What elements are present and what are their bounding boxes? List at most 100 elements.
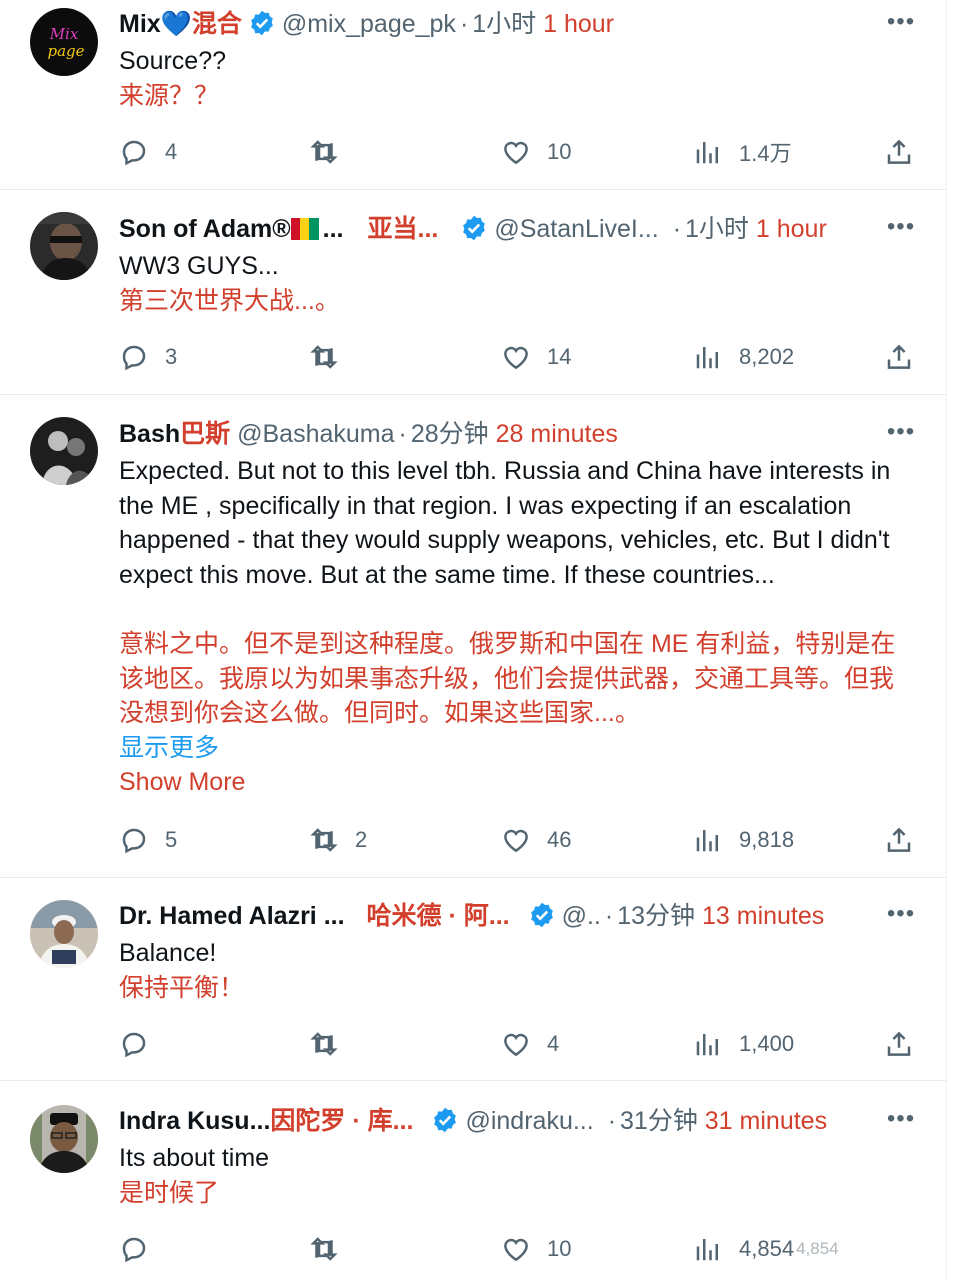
- retweet-button[interactable]: [309, 337, 355, 377]
- timestamp[interactable]: 13分钟: [617, 902, 695, 930]
- views-button[interactable]: 8,202: [693, 337, 794, 377]
- action-bar: 3 14 8,202: [119, 337, 919, 377]
- tweet-text-translation: 意料之中。但不是到这种程度。俄罗斯和中国在 ME 有利益，特别是在该地区。我原以…: [119, 630, 896, 727]
- like-button[interactable]: 10: [501, 132, 571, 172]
- avatar[interactable]: Mix page: [30, 8, 98, 76]
- display-name-translation: 因陀罗 · 库...: [270, 1107, 414, 1135]
- timestamp[interactable]: 1小时: [685, 215, 749, 243]
- svg-text:page: page: [47, 42, 84, 60]
- display-name-translation: 亚当...: [367, 215, 439, 243]
- views-icon: [696, 830, 718, 852]
- reply-count: 4: [165, 139, 178, 164]
- heart-icon: [504, 829, 528, 853]
- display-name[interactable]: Mix: [119, 10, 161, 38]
- tweet-card[interactable]: Bash巴斯 @Bashakuma · 28分钟 28 minutes ••• Ex…: [0, 395, 946, 878]
- name-ellipsis: ...: [322, 215, 344, 243]
- avatar[interactable]: [30, 1105, 98, 1173]
- share-button[interactable]: [884, 337, 914, 377]
- views-button[interactable]: 1,400: [693, 1024, 794, 1064]
- tweet-card[interactable]: Son of Adam®... 亚当... @SatanLiveI... · 1小时 1…: [0, 190, 946, 395]
- avatar[interactable]: [30, 417, 98, 485]
- more-icon[interactable]: •••: [886, 1107, 916, 1137]
- share-button[interactable]: [884, 132, 914, 172]
- reply-button[interactable]: 3: [119, 337, 177, 377]
- reply-icon: [122, 1237, 146, 1263]
- handle[interactable]: @indraku...: [465, 1107, 593, 1135]
- verified-badge-icon: [434, 1107, 457, 1133]
- handle[interactable]: @mix_page_pk: [282, 10, 456, 38]
- verified-badge-icon: [463, 215, 486, 241]
- reply-count: 5: [165, 827, 178, 852]
- reply-button[interactable]: [119, 1229, 165, 1269]
- tweet-header: Son of Adam®... 亚当... @SatanLiveI... · 1小时 1…: [119, 211, 926, 247]
- timestamp[interactable]: 1小时: [472, 10, 536, 38]
- timestamp[interactable]: 28分钟: [411, 420, 489, 448]
- heart-icon: [504, 1238, 528, 1262]
- more-icon[interactable]: •••: [886, 902, 916, 932]
- like-button[interactable]: 10: [501, 1229, 571, 1269]
- share-button[interactable]: [884, 1024, 914, 1064]
- more-icon[interactable]: •••: [886, 420, 916, 450]
- like-count: 10: [547, 1236, 572, 1261]
- view-count: 9,818: [739, 827, 795, 852]
- timestamp-translation: 1 hour: [755, 215, 827, 243]
- tweet-text-translation: 保持平衡！: [119, 974, 245, 1002]
- tweet-card[interactable]: Dr. Hamed Alazri ... 哈米德 · 阿... @.. · 13分钟 1…: [0, 878, 946, 1081]
- more-icon[interactable]: •••: [886, 215, 916, 245]
- retweet-count: 2: [355, 827, 368, 852]
- handle[interactable]: @SatanLiveI...: [494, 215, 658, 243]
- like-button[interactable]: 4: [501, 1024, 559, 1064]
- retweet-button[interactable]: [309, 132, 355, 172]
- separator-dot: ·: [607, 1107, 617, 1135]
- views-button[interactable]: 4,854 4,854: [693, 1229, 839, 1269]
- reply-button[interactable]: 5: [119, 820, 177, 860]
- reply-button[interactable]: 4: [119, 132, 177, 172]
- action-bar: 4 10 1.4万: [119, 132, 919, 172]
- tweet-header: Dr. Hamed Alazri ... 哈米德 · 阿... @.. · 13分钟 1…: [119, 898, 926, 934]
- display-name[interactable]: Indra Kusu...: [119, 1107, 270, 1135]
- like-button[interactable]: 46: [501, 820, 571, 860]
- display-name-translation: 混合: [191, 10, 242, 38]
- reply-icon: [122, 828, 146, 854]
- handle[interactable]: @Bashakuma: [237, 420, 394, 448]
- display-name[interactable]: Son of Adam®: [119, 215, 291, 243]
- like-button[interactable]: 14: [501, 337, 571, 377]
- more-icon[interactable]: •••: [886, 10, 916, 40]
- display-name-translation: 哈米德 · 阿...: [366, 902, 510, 930]
- display-name[interactable]: Dr. Hamed Alazri ...: [119, 902, 345, 930]
- share-icon: [887, 344, 911, 369]
- retweet-button[interactable]: 2: [309, 820, 367, 860]
- heart-icon: [504, 346, 528, 370]
- views-icon: [696, 1034, 718, 1056]
- avatar[interactable]: [30, 900, 98, 968]
- like-count: 14: [547, 344, 572, 369]
- verified-badge-icon: [250, 10, 273, 36]
- reply-button[interactable]: [119, 1024, 165, 1064]
- display-name[interactable]: Bash: [119, 420, 180, 448]
- tweet-text-translation: 来源？？: [119, 82, 220, 110]
- tweet-card[interactable]: Indra Kusu...因陀罗 · 库... @indraku... · 31分钟 …: [0, 1081, 946, 1280]
- share-icon: [887, 1031, 911, 1056]
- retweet-icon: [310, 828, 338, 852]
- show-more-link[interactable]: 显示更多: [119, 731, 219, 765]
- share-button[interactable]: [884, 820, 914, 860]
- view-count: 4,854: [739, 1236, 795, 1261]
- like-count: 46: [547, 827, 572, 852]
- handle[interactable]: @..: [562, 902, 601, 930]
- action-bar: 4 1,400: [119, 1024, 919, 1064]
- avatar[interactable]: [30, 212, 98, 280]
- views-button[interactable]: 1.4万: [693, 132, 792, 172]
- retweet-button[interactable]: [309, 1229, 355, 1269]
- reply-icon: [122, 1032, 146, 1058]
- action-bar: 5 2 46 9,818: [119, 820, 919, 860]
- reply-icon: [122, 140, 146, 166]
- tweet-card[interactable]: Mix page Mix💙混合 @mix_page_pk · 1小时 1 hour •…: [0, 0, 946, 190]
- retweet-icon: [310, 1237, 338, 1261]
- heart-icon: [504, 141, 528, 165]
- views-button[interactable]: 9,818: [693, 820, 794, 860]
- timestamp[interactable]: 31分钟: [620, 1107, 698, 1135]
- tweet-header: Indra Kusu...因陀罗 · 库... @indraku... · 31分钟 …: [119, 1103, 926, 1139]
- retweet-button[interactable]: [309, 1024, 355, 1064]
- tweet-header: Mix💙混合 @mix_page_pk · 1小时 1 hour: [119, 6, 926, 42]
- svg-text:Mix: Mix: [49, 25, 79, 43]
